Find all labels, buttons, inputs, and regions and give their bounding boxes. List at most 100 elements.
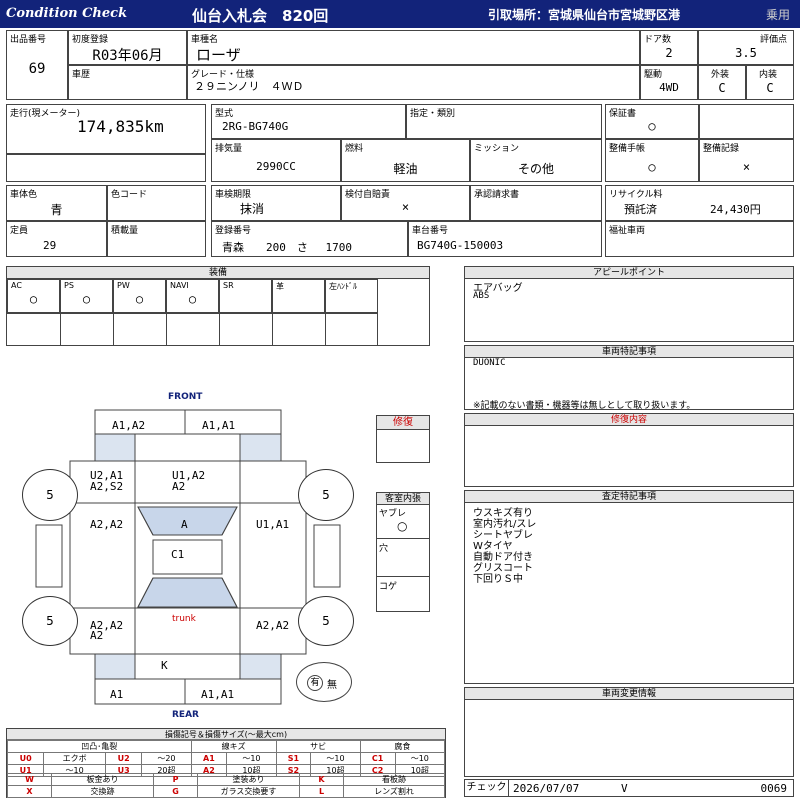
legend-row: X 交換跡 G ガラス交換要す L レンズ割れ [7,785,445,798]
cabin-burn-label: コゲ [379,582,398,592]
mission-label: ミッション [474,144,520,154]
cabin-tear-label: ヤブレ [379,509,407,519]
legend-code: K [299,773,344,786]
history-cell: 車歴 [68,65,187,100]
mileage: 174,835km [77,117,164,136]
damage-rear-k: K [161,659,168,672]
divider [377,538,429,539]
check-mark: V [621,782,628,795]
equipment-item-label: NAVI [170,281,189,290]
tire-value: 5 [46,488,54,502]
equipment-item-ps: PS ○ [60,279,113,313]
special-line: DUONIC [473,358,506,368]
color-label: 車体色 [10,190,38,200]
exterior-cell: 外装 C [698,65,746,100]
manual-label: 整備手帳 [609,144,646,154]
capacity-label: 定員 [10,226,29,236]
score-label: 評価点 [759,35,787,45]
tire-value: 5 [46,614,54,628]
recycle-status: 預託済 [624,203,657,216]
color: 青 [50,203,63,217]
legend-header: 線キズ [190,740,277,753]
welfare-label: 福祉車両 [609,226,646,236]
legend-desc: エクボ [43,752,106,765]
color-code-cell: 色コード [107,185,206,221]
tire-front-right: 5 [298,469,354,521]
warranty-cell: 保証書 ○ [605,104,699,139]
divider [166,314,167,346]
equipment-panel: 装備 AC ○ PS ○ PW ○ NAVI ○ SR 革 左ﾊﾝﾄﾞﾙ [6,266,430,346]
tire-value: 5 [322,488,330,502]
lot-number: 69 [28,61,46,77]
legend-code: G [153,785,198,798]
mission-cell: ミッション その他 [470,139,602,182]
first-registration: R03年06月 [92,48,163,64]
legend-header: 腐食 [359,740,446,753]
appeal-line: ABS [473,291,490,301]
equipment-item-value: ○ [29,292,38,306]
divider [219,314,220,346]
model-label: 型式 [215,109,234,119]
mission: その他 [517,162,554,176]
legend-header: 凹凸･亀裂 [7,740,192,753]
drive: 4WD [659,81,679,94]
interior: C [766,81,774,95]
trunk-label: trunk [172,614,196,624]
legend-code: A1 [190,752,228,765]
inspection-label: 車検期限 [215,190,252,200]
record: × [742,160,751,174]
damage-door-left: A2,A2 [90,518,124,531]
doors-label: ドア数 [644,35,672,45]
legend-desc: 看板跡 [343,773,445,786]
appeal-panel: アピールポイント エアバッグ ABS [464,266,794,342]
cabin-hole-label: 穴 [379,544,389,554]
equipment-item-label: 革 [276,282,284,291]
equipment-item-label: AC [11,281,22,290]
damage-door-right: U1,A1 [256,518,290,531]
legend-code: P [153,773,198,786]
warranty: ○ [648,119,656,133]
cabin-panel: 客室内張 ヤブレ ○ 穴 コゲ [376,492,430,612]
plate: 青森 200 さ 1700 [222,241,352,254]
exterior: C [718,81,726,95]
special-panel: 車両特記事項 DUONIC ※記載のない書類・機器等は無しとして取り扱います。 [464,345,794,411]
cabin-title: 客室内張 [377,493,429,505]
manual: ○ [648,160,656,174]
mileage-cell: 走行(現メーター) 174,835km [6,104,206,154]
first-registration-label: 初度登録 [72,35,109,45]
inspection: 抹消 [240,202,265,216]
legend-desc: ～20 [141,752,192,765]
divider [60,314,61,346]
record-label: 整備記録 [703,144,740,154]
cabin-tear-mark: ○ [397,519,408,533]
load-cell: 積載量 [107,221,206,257]
repair-box: 修復 [376,415,430,463]
divider [272,314,273,346]
damage-front-left: A1,A2 [112,419,146,432]
damage-bumper-left: A1 [110,688,124,701]
legend-desc: ～10 [310,752,361,765]
chassis: BG740G-150003 [417,239,504,252]
divider [113,314,114,346]
approval-cell: 承認請求書 [470,185,602,221]
insurance-cell: 検付自賠責 × [341,185,470,221]
equipment-item-navi: NAVI ○ [166,279,219,313]
assessment-title: 査定特記事項 [465,491,793,503]
score-cell: 評価点 3.5 [698,30,794,65]
equipment-item-label: 左ﾊﾝﾄﾞﾙ [329,282,357,291]
special-title: 車両特記事項 [465,346,793,358]
legend-title: 損傷記号＆損傷サイズ(～最大cm) [7,729,445,740]
check-bar: チェック 2026/07/07 V 0069 [464,779,794,797]
color-cell: 車体色 青 [6,185,107,221]
model-cell: 型式 2RG-BG740G [211,104,406,139]
damage-bumper-right: A1,A1 [201,688,235,701]
legend-code: U2 [104,752,143,765]
approval-label: 承認請求書 [474,190,520,200]
warranty-label: 保証書 [609,109,637,119]
legend-desc: 塗装あり [197,773,300,786]
equipment-item-label: SR [223,281,234,290]
special-note: ※記載のない書類・機器等は無しとして取り扱います。 [473,401,696,411]
insurance: × [401,200,410,214]
chassis-cell: 車台番号 BG740G-150003 [408,221,602,257]
designation-cell: 指定・類別 [406,104,602,139]
